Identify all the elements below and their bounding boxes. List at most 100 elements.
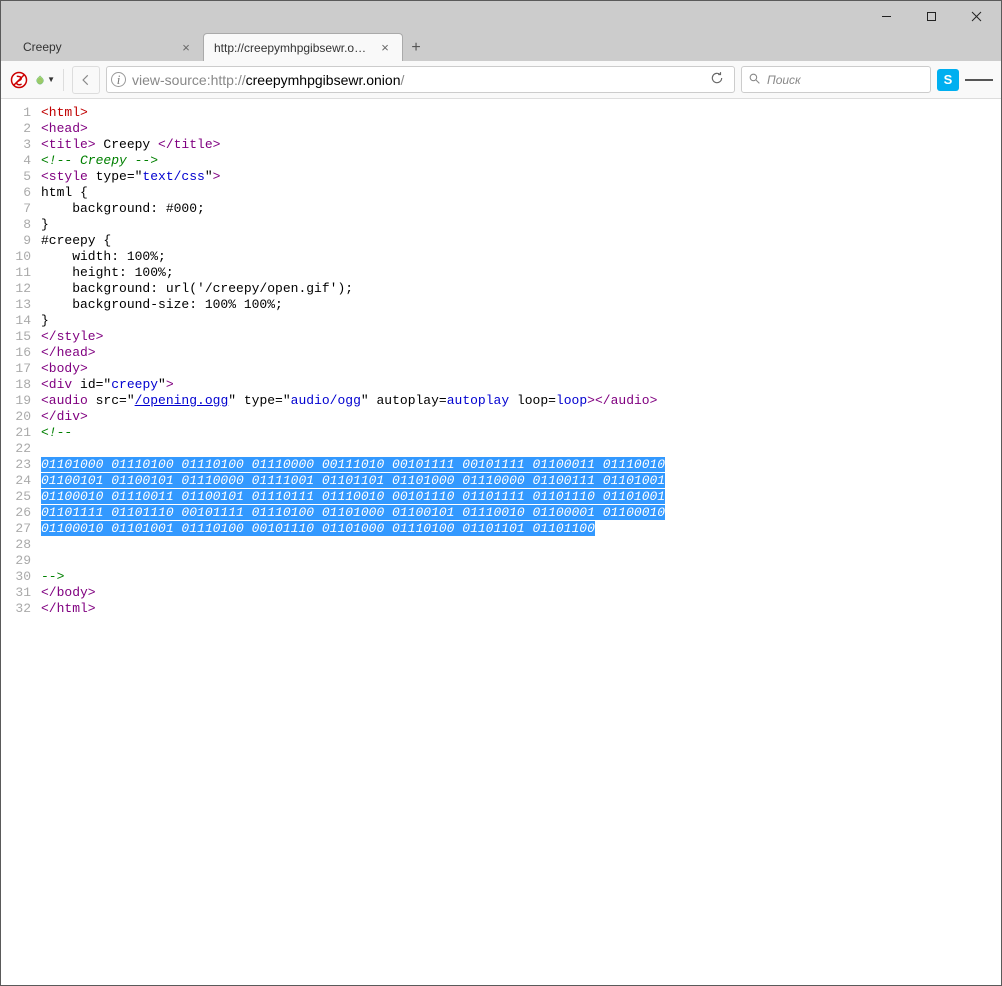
source-line[interactable]: 20</div> bbox=[1, 409, 1001, 425]
line-number: 2 bbox=[1, 121, 41, 137]
source-line[interactable]: 2701100010 01101001 01110100 00101110 01… bbox=[1, 521, 1001, 537]
line-code[interactable]: height: 100%; bbox=[41, 265, 174, 281]
back-button[interactable] bbox=[72, 66, 100, 94]
dropdown-arrow-icon: ▼ bbox=[47, 75, 55, 84]
line-code[interactable]: </head> bbox=[41, 345, 96, 361]
close-button[interactable] bbox=[954, 2, 999, 30]
line-code[interactable]: background-size: 100% 100%; bbox=[41, 297, 283, 313]
source-line[interactable]: 14} bbox=[1, 313, 1001, 329]
source-line[interactable]: 16</head> bbox=[1, 345, 1001, 361]
source-line[interactable]: 2601101111 01101110 00101111 01110100 01… bbox=[1, 505, 1001, 521]
toolbar-separator bbox=[63, 69, 64, 91]
line-code[interactable]: <head> bbox=[41, 121, 88, 137]
line-code[interactable]: html { bbox=[41, 185, 88, 201]
browser-window: Creepy × http://creepymhpgibsewr.oni... … bbox=[0, 0, 1002, 986]
page-content[interactable]: 1<html>2<head>3<title> Creepy </title>4<… bbox=[1, 99, 1001, 985]
source-line[interactable]: 12 background: url('/creepy/open.gif'); bbox=[1, 281, 1001, 297]
source-line[interactable]: 19<audio src="/opening.ogg" type="audio/… bbox=[1, 393, 1001, 409]
menu-button[interactable] bbox=[965, 66, 993, 94]
tab-label: http://creepymhpgibsewr.oni... bbox=[214, 41, 372, 55]
source-line[interactable]: 15</style> bbox=[1, 329, 1001, 345]
line-code[interactable]: } bbox=[41, 313, 49, 329]
source-line[interactable]: 30--> bbox=[1, 569, 1001, 585]
line-code[interactable]: 01100010 01101001 01110100 00101110 0110… bbox=[41, 521, 595, 537]
line-code[interactable]: </style> bbox=[41, 329, 103, 345]
line-code[interactable]: 01101111 01101110 00101111 01110100 0110… bbox=[41, 505, 665, 521]
line-number: 24 bbox=[1, 473, 41, 489]
noscript-icon[interactable] bbox=[9, 70, 29, 90]
line-code[interactable]: <!-- Creepy --> bbox=[41, 153, 158, 169]
source-line[interactable]: 6html { bbox=[1, 185, 1001, 201]
source-line[interactable]: 18<div id="creepy"> bbox=[1, 377, 1001, 393]
source-line[interactable]: 28 bbox=[1, 537, 1001, 553]
skype-icon[interactable]: S bbox=[937, 69, 959, 91]
line-number: 28 bbox=[1, 537, 41, 553]
source-line[interactable]: 2401100101 01100101 01110000 01111001 01… bbox=[1, 473, 1001, 489]
source-line[interactable]: 9#creepy { bbox=[1, 233, 1001, 249]
line-code[interactable]: 01100101 01100101 01110000 01111001 0110… bbox=[41, 473, 665, 489]
source-line[interactable]: 4<!-- Creepy --> bbox=[1, 153, 1001, 169]
source-line[interactable]: 22 bbox=[1, 441, 1001, 457]
source-line[interactable]: 21<!-- bbox=[1, 425, 1001, 441]
line-code[interactable]: <body> bbox=[41, 361, 88, 377]
line-code[interactable]: </html> bbox=[41, 601, 96, 617]
line-code[interactable]: } bbox=[41, 217, 49, 233]
source-line[interactable]: 2<head> bbox=[1, 121, 1001, 137]
source-line[interactable]: 1<html> bbox=[1, 105, 1001, 121]
line-code[interactable]: <title> Creepy </title> bbox=[41, 137, 220, 153]
line-code[interactable]: background: #000; bbox=[41, 201, 205, 217]
line-number: 9 bbox=[1, 233, 41, 249]
source-line[interactable]: 10 width: 100%; bbox=[1, 249, 1001, 265]
line-code[interactable]: <style type="text/css"> bbox=[41, 169, 220, 185]
source-line[interactable]: 17<body> bbox=[1, 361, 1001, 377]
source-line[interactable]: 31</body> bbox=[1, 585, 1001, 601]
source-line[interactable]: 2301101000 01110100 01110100 01110000 00… bbox=[1, 457, 1001, 473]
line-code[interactable]: #creepy { bbox=[41, 233, 111, 249]
source-line[interactable]: 8} bbox=[1, 217, 1001, 233]
browser-tab-inactive[interactable]: Creepy × bbox=[13, 33, 203, 61]
source-line[interactable]: 11 height: 100%; bbox=[1, 265, 1001, 281]
source-line[interactable]: 3<title> Creepy </title> bbox=[1, 137, 1001, 153]
line-number: 11 bbox=[1, 265, 41, 281]
source-line[interactable]: 2501100010 01110011 01100101 01110111 01… bbox=[1, 489, 1001, 505]
site-info-icon[interactable]: i bbox=[111, 72, 126, 87]
line-code[interactable]: <div id="creepy"> bbox=[41, 377, 174, 393]
line-code[interactable]: background: url('/creepy/open.gif'); bbox=[41, 281, 353, 297]
reload-button[interactable] bbox=[704, 71, 730, 89]
source-line[interactable]: 13 background-size: 100% 100%; bbox=[1, 297, 1001, 313]
source-line[interactable]: 29 bbox=[1, 553, 1001, 569]
browser-tab-active[interactable]: http://creepymhpgibsewr.oni... × bbox=[203, 33, 403, 61]
source-line[interactable]: 32</html> bbox=[1, 601, 1001, 617]
maximize-button[interactable] bbox=[909, 2, 954, 30]
line-code[interactable]: width: 100%; bbox=[41, 249, 166, 265]
line-code[interactable]: </div> bbox=[41, 409, 88, 425]
line-code[interactable]: <html> bbox=[41, 105, 88, 121]
line-number: 20 bbox=[1, 409, 41, 425]
search-icon bbox=[748, 72, 761, 88]
tab-close-icon[interactable]: × bbox=[179, 40, 193, 54]
toolbar: ▼ i view-source:http://creepymhpgibsewr.… bbox=[1, 61, 1001, 99]
view-source-text[interactable]: 1<html>2<head>3<title> Creepy </title>4<… bbox=[1, 99, 1001, 623]
line-number: 19 bbox=[1, 393, 41, 409]
line-code[interactable]: 01100010 01110011 01100101 01110111 0111… bbox=[41, 489, 665, 505]
line-number: 23 bbox=[1, 457, 41, 473]
line-code[interactable]: <!-- bbox=[41, 425, 72, 441]
line-number: 14 bbox=[1, 313, 41, 329]
line-number: 17 bbox=[1, 361, 41, 377]
new-tab-button[interactable]: + bbox=[403, 35, 429, 61]
search-bar[interactable]: Поиск bbox=[741, 66, 931, 93]
tor-onion-icon[interactable]: ▼ bbox=[35, 70, 55, 90]
line-code[interactable]: 01101000 01110100 01110100 01110000 0011… bbox=[41, 457, 665, 473]
url-bar[interactable]: i view-source:http://creepymhpgibsewr.on… bbox=[106, 66, 735, 93]
line-code[interactable]: <audio src="/opening.ogg" type="audio/og… bbox=[41, 393, 657, 409]
line-code[interactable]: --> bbox=[41, 569, 64, 585]
source-line[interactable]: 5<style type="text/css"> bbox=[1, 169, 1001, 185]
minimize-button[interactable] bbox=[864, 2, 909, 30]
line-number: 7 bbox=[1, 201, 41, 217]
window-titlebar bbox=[1, 1, 1001, 31]
source-line[interactable]: 7 background: #000; bbox=[1, 201, 1001, 217]
line-code[interactable]: </body> bbox=[41, 585, 96, 601]
tab-label: Creepy bbox=[23, 40, 173, 54]
tab-close-icon[interactable]: × bbox=[378, 41, 392, 55]
line-number: 15 bbox=[1, 329, 41, 345]
